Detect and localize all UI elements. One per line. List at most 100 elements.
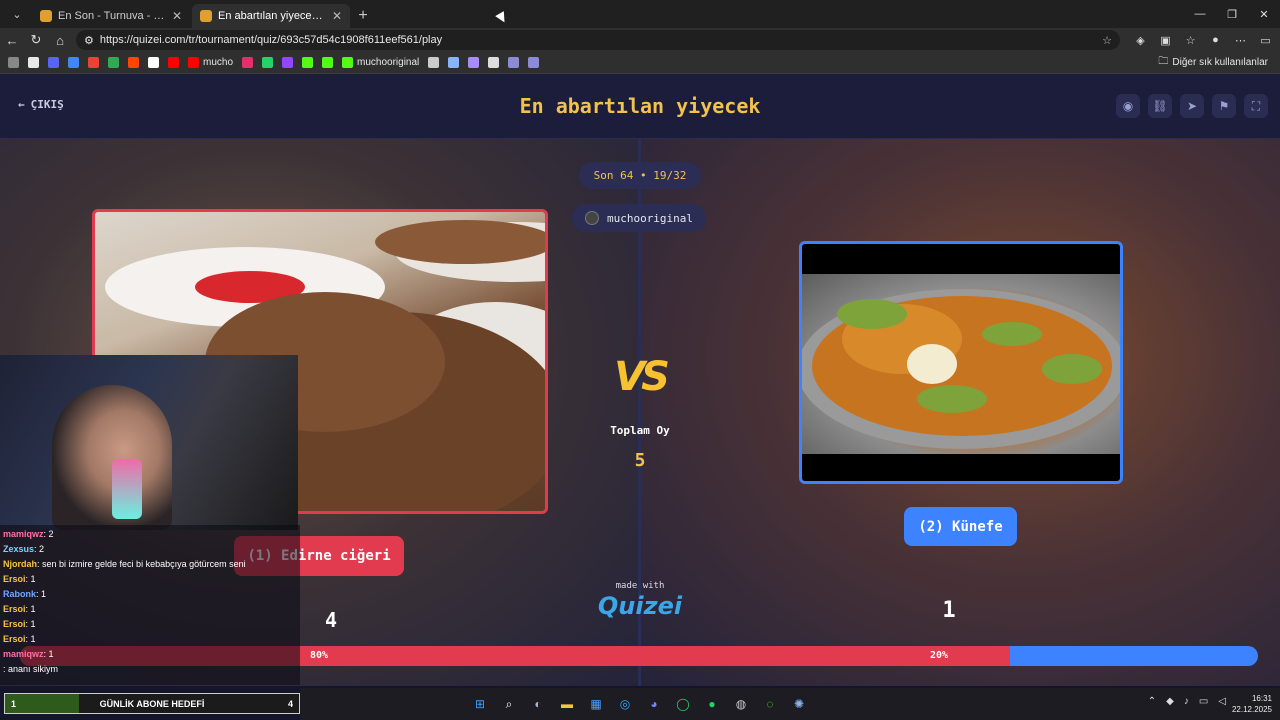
settings-app-icon[interactable]: ✺ [787, 692, 811, 716]
bookmark-item[interactable] [322, 57, 334, 68]
bookmark-item[interactable] [128, 57, 139, 68]
bookmark-item[interactable] [302, 57, 314, 68]
header-actions: ◉ ⛓ ➤ ⚑ ⛶ [1116, 94, 1268, 118]
link-icon[interactable]: ⛓ [1148, 94, 1172, 118]
microphone-icon[interactable]: ♪ [1184, 696, 1189, 707]
bookmark-item[interactable] [428, 57, 440, 68]
other-bookmarks-folder[interactable]: 🗀 Diğer sık kullanılanlar [1158, 54, 1268, 71]
bookmark-item[interactable]: mucho [188, 57, 233, 68]
favorites-icon[interactable]: ☆ [1178, 29, 1203, 51]
chat-username: mamiqwz [3, 529, 44, 539]
bookmark-item[interactable] [282, 57, 294, 68]
store-icon[interactable]: ▦ [584, 692, 608, 716]
bookmark-item[interactable] [262, 57, 274, 68]
tab-title: En abartılan yiyecek - Tier List, Kör [218, 10, 326, 22]
browser-tab-2[interactable]: En abartılan yiyecek - Tier List, Kör ✕ [192, 4, 350, 28]
tab-close-icon[interactable]: ✕ [172, 9, 182, 23]
sidebar-toggle-icon[interactable]: ▭ [1253, 29, 1278, 51]
bookmark-item[interactable] [8, 57, 19, 68]
bookmark-item[interactable] [168, 57, 179, 68]
flag-icon[interactable]: ⚑ [1212, 94, 1236, 118]
fullscreen-icon[interactable]: ⛶ [1244, 94, 1268, 118]
right-option-image-card[interactable] [799, 241, 1123, 484]
start-windows-icon[interactable]: ⊞ [468, 692, 492, 716]
taskbar-apps: ⊞ ⌕ ◐ ▬ ▦ ◎ ◕ ◯ ● ◍ ◌ ✺ [468, 692, 811, 716]
url-field[interactable]: ⚙ https://quizei.com/tr/tournament/quiz/… [76, 30, 1120, 50]
bookmark-favicon-icon [28, 57, 39, 68]
tab-list-chevron-icon[interactable]: ⌄ [4, 2, 30, 26]
tab-close-icon[interactable]: ✕ [332, 9, 342, 23]
chat-username: mamiqwz [3, 649, 44, 659]
bookmark-item[interactable] [88, 57, 99, 68]
bookmark-favicon-icon [148, 57, 159, 68]
kick-app-icon[interactable]: ◌ [758, 692, 782, 716]
bookmark-item[interactable] [528, 57, 540, 68]
home-icon[interactable]: ⌂ [48, 29, 72, 51]
bookmark-item[interactable] [48, 57, 59, 68]
obs-icon[interactable]: ◍ [729, 692, 753, 716]
tray-app-icon[interactable]: ◆ [1166, 696, 1174, 707]
search-icon[interactable]: ⌕ [497, 692, 521, 716]
eye-icon[interactable]: ◉ [1116, 94, 1140, 118]
quizei-logo[interactable]: Quizei [590, 592, 690, 620]
chat-username: Rabonk [3, 589, 37, 599]
bookmark-favicon-icon [242, 57, 254, 68]
new-tab-plus-icon[interactable]: + [350, 4, 376, 28]
minimize-icon[interactable]: — [1184, 0, 1216, 28]
folder-icon: 🗀 [1158, 56, 1169, 67]
bookmark-item[interactable] [508, 57, 520, 68]
chat-text: : 2 [34, 544, 45, 554]
clock-time: 16:31 [1251, 694, 1272, 703]
bookmark-item[interactable] [448, 57, 460, 68]
chat-text: : 1 [36, 589, 47, 599]
extensions-icon[interactable]: ◈ [1128, 29, 1153, 51]
bookmark-item[interactable]: muchooriginal [342, 57, 419, 68]
bookmark-item[interactable] [488, 57, 500, 68]
favorite-star-icon[interactable]: ☆ [1102, 34, 1112, 47]
chat-username: Zexsus [3, 544, 35, 554]
bookmark-favicon-icon [322, 57, 334, 68]
bookmark-item[interactable] [242, 57, 254, 68]
close-window-icon[interactable]: ✕ [1248, 0, 1280, 28]
edge-browser-icon[interactable]: ◎ [613, 692, 637, 716]
tray-chevron-icon[interactable]: ⌃ [1148, 696, 1156, 707]
steam-icon[interactable]: ◐ [526, 692, 550, 716]
whatsapp-icon[interactable]: ◯ [671, 692, 695, 716]
more-menu-icon[interactable]: ⋯ [1228, 29, 1253, 51]
network-icon[interactable]: ▭ [1199, 696, 1208, 707]
bookmark-favicon-icon [528, 57, 540, 68]
taskbar-clock[interactable]: 16:31 22.12.2025 [1232, 693, 1272, 715]
site-info-icon[interactable]: ⚙ [84, 34, 94, 47]
spotify-icon[interactable]: ● [700, 692, 724, 716]
send-icon[interactable]: ➤ [1180, 94, 1204, 118]
bookmark-item[interactable] [68, 57, 79, 68]
bookmark-label: muchooriginal [357, 57, 420, 68]
right-option-button[interactable]: (2) Künefe [904, 507, 1017, 546]
profile-avatar-icon[interactable]: ● [1203, 29, 1228, 51]
bookmark-item[interactable] [148, 57, 159, 68]
bookmark-item[interactable] [108, 57, 119, 68]
page-title: En abartılan yiyecek [519, 94, 761, 118]
maximize-icon[interactable]: ❐ [1216, 0, 1248, 28]
subscriber-goal-bar: 1 GÜNLİK ABONE HEDEFİ 4 [4, 693, 300, 714]
chat-username: Njordah [3, 559, 38, 569]
quizei-favicon-icon [40, 10, 52, 22]
volume-icon[interactable]: ◁ [1218, 696, 1226, 707]
split-screen-icon[interactable]: ▣ [1153, 29, 1178, 51]
reload-icon[interactable]: ↻ [24, 29, 48, 51]
author-badge[interactable]: muchooriginal [572, 204, 706, 232]
browser-tab-1[interactable]: En Son - Turnuva - Quizei ✕ [32, 4, 190, 28]
total-votes-label: Toplam Oy [610, 424, 670, 437]
right-vote-count: 1 [942, 598, 956, 623]
left-vote-count: 4 [324, 608, 338, 632]
discord-icon[interactable]: ◕ [642, 692, 666, 716]
browser-tab-strip: ⌄ En Son - Turnuva - Quizei ✕ En abartıl… [0, 0, 1280, 28]
chat-message: Ersoi: 1 [3, 602, 297, 617]
bookmark-item[interactable] [468, 57, 480, 68]
back-arrow-icon[interactable]: ← [0, 29, 24, 51]
vs-lightning-logo: VS [614, 354, 670, 400]
left-percent-label: 80% [310, 650, 329, 661]
file-explorer-icon[interactable]: ▬ [555, 692, 579, 716]
bookmark-item[interactable] [28, 57, 39, 68]
chat-text: : sen bi izmire gelde feci bi kebabçıya … [37, 559, 246, 569]
